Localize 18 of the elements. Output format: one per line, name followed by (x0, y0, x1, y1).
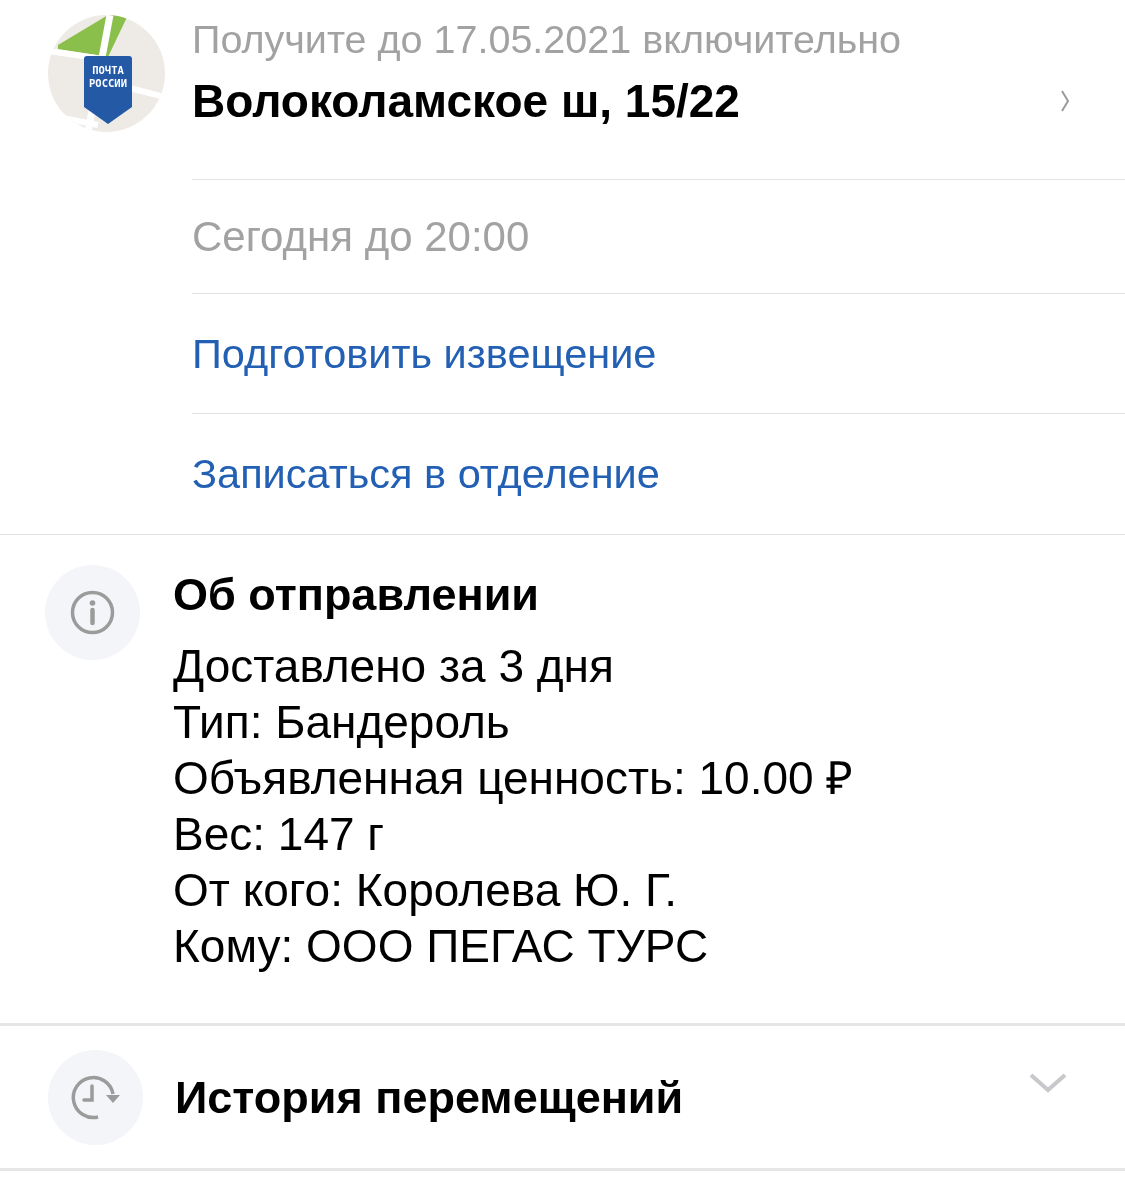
info-icon (45, 565, 140, 660)
section-title: Об отправлении (173, 570, 540, 620)
logo-text: ПОЧТА (92, 64, 124, 76)
shipment-detail-text: Объявленная ценность: 10.00 ₽ (173, 751, 854, 806)
shipment-detail-text: Вес: 147 г (173, 807, 386, 862)
action-link[interactable]: Записаться в отделение (192, 451, 660, 497)
chevron-down-icon[interactable] (1029, 1073, 1067, 1093)
pickup-deadline-text: Получите до 17.05.2021 включительно (192, 16, 903, 61)
shipment-detail-text: Кому: ООО ПЕГАС ТУРС (173, 919, 710, 974)
opening-hours-text: Сегодня до 20:00 (192, 215, 530, 258)
chevron-right-icon[interactable] (1060, 90, 1070, 112)
office-address: Волоколамское ш, 15/22 (192, 77, 740, 125)
action-link[interactable]: Подготовить извещение (192, 330, 657, 377)
shipment-detail-text: От кого: Королева Ю. Г. (173, 863, 679, 918)
section-title[interactable]: История перемещений (175, 1073, 1029, 1123)
logo-text: РОССИИ (89, 77, 127, 89)
shipment-detail-text: Доставлено за 3 дня (173, 639, 615, 694)
shipment-detail-text: Тип: Бандероль (173, 695, 511, 750)
